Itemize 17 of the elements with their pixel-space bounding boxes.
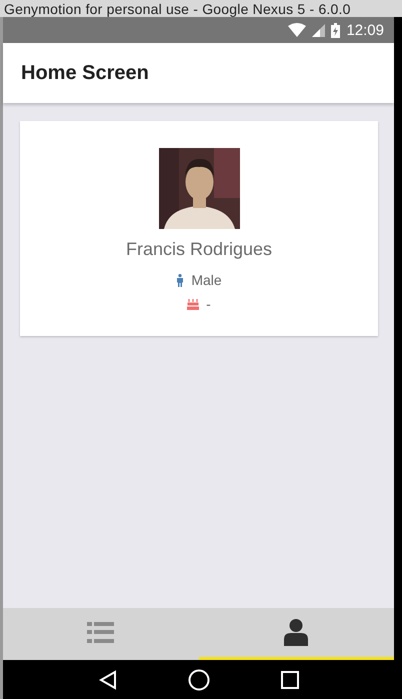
screen-title: Home Screen (21, 62, 149, 84)
cake-icon (187, 298, 200, 310)
person-icon (176, 274, 184, 286)
battery-icon (331, 22, 340, 38)
tab[interactable] (198, 608, 394, 660)
status-time: 12:09 (346, 22, 384, 38)
birthday-text: - (206, 296, 211, 312)
window-title: Genymotion for personal use - Google Nexus 5 - 6.0.0 (4, 0, 351, 16)
wifi-icon (288, 23, 306, 37)
home-button[interactable] (188, 668, 210, 690)
list-icon (87, 620, 114, 645)
person-icon (284, 619, 308, 646)
back-button[interactable] (98, 670, 116, 690)
signal-icon (312, 24, 326, 36)
profile-name: Francis Rodrigues (126, 239, 272, 260)
gender-text: Male (191, 272, 222, 288)
recents-button[interactable] (280, 670, 298, 688)
